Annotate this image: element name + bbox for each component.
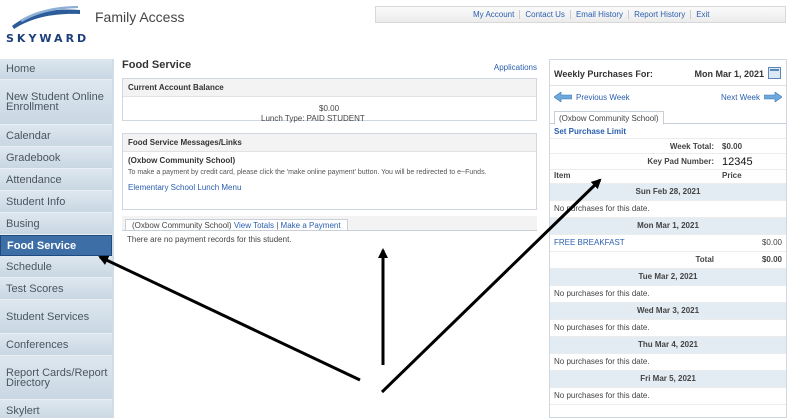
annotation-arrows <box>98 178 602 394</box>
arrow-to-keypad-number <box>380 178 602 394</box>
arrow-to-food-service <box>98 255 361 382</box>
